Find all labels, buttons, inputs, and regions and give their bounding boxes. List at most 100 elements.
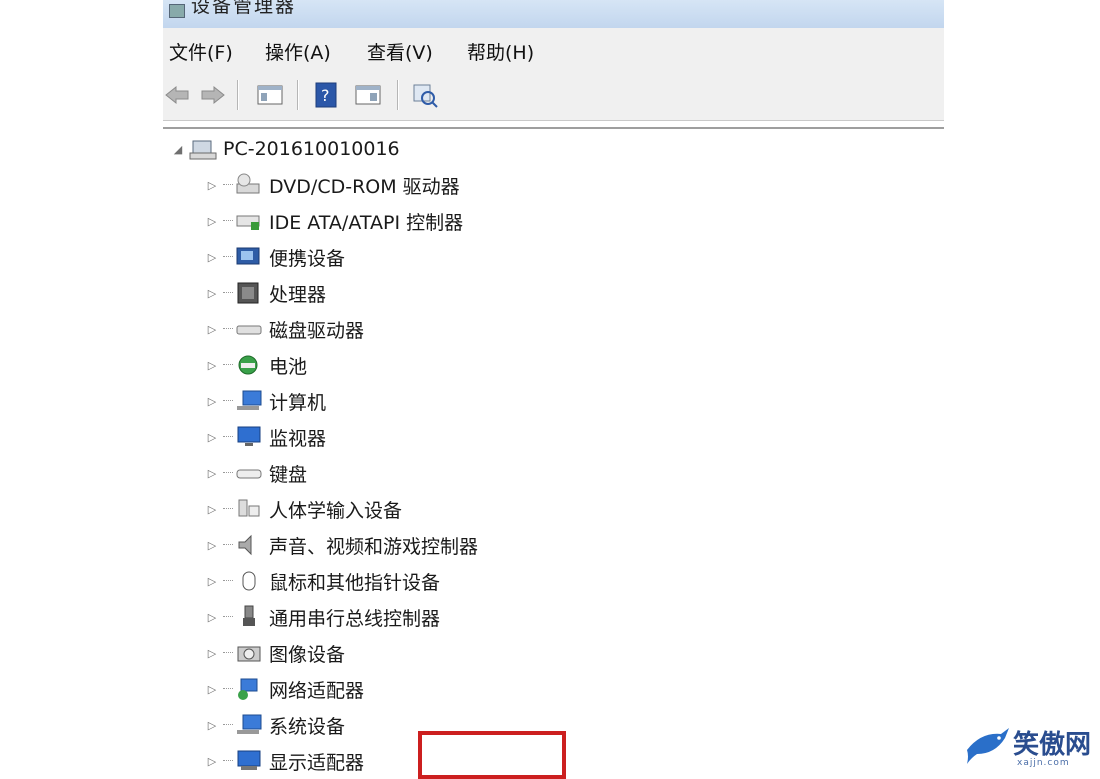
tree-item-label: 计算机 xyxy=(269,391,327,414)
expand-arrow-icon[interactable]: ▷ xyxy=(205,358,219,372)
portable-icon xyxy=(235,244,263,270)
tree-item-battery[interactable]: ▷ 电池 xyxy=(205,348,307,382)
mouse-icon xyxy=(235,568,263,594)
tree-connector xyxy=(223,616,233,618)
expand-arrow-icon[interactable]: ▷ xyxy=(205,214,219,228)
expand-arrow-icon[interactable]: ▷ xyxy=(205,610,219,624)
tree-item-label: IDE ATA/ATAPI 控制器 xyxy=(269,211,464,234)
expand-arrow-icon[interactable]: ▷ xyxy=(205,466,219,480)
tree-connector xyxy=(223,292,233,294)
tree-item-label: 便携设备 xyxy=(269,247,346,270)
tree-item-portable[interactable]: ▷ 便携设备 xyxy=(205,240,345,274)
title-bar: 设备管理器 xyxy=(163,0,944,29)
forward-icon[interactable] xyxy=(199,82,227,108)
tree-item-disk[interactable]: ▷ 磁盘驱动器 xyxy=(205,312,364,346)
tree-item-hid[interactable]: ▷ 人体学输入设备 xyxy=(205,492,402,526)
menu-view[interactable]: 查看(V) xyxy=(367,38,433,65)
cpu-icon xyxy=(235,280,263,306)
network-icon xyxy=(235,676,263,702)
tree-item-label: 磁盘驱动器 xyxy=(269,319,365,342)
expand-arrow-icon[interactable]: ▷ xyxy=(205,502,219,516)
tree-item-label: 显示适配器 xyxy=(269,751,365,774)
tree-item-system[interactable]: ▷ 系统设备 xyxy=(205,708,345,742)
tree-connector xyxy=(223,184,233,186)
tree-connector xyxy=(223,220,233,222)
tree-item-label: 键盘 xyxy=(269,463,308,486)
tree-item-cpu[interactable]: ▷ 处理器 xyxy=(205,276,326,310)
tree-item-ide[interactable]: ▷ IDE ATA/ATAPI 控制器 xyxy=(205,204,463,238)
tree-connector xyxy=(223,436,233,438)
device-tree: ◢ PC-201610010016 ▷ DVD/CD-ROM 驱动器 ▷ IDE AT… xyxy=(163,130,944,774)
expand-arrow-icon[interactable]: ▷ xyxy=(205,718,219,732)
tree-root-label: PC-201610010016 xyxy=(223,138,400,160)
tree-item-display[interactable]: ▷ 显示适配器 xyxy=(205,744,364,778)
computer-icon xyxy=(235,388,263,414)
toolbar-separator xyxy=(397,80,399,110)
tree-item-label: 电池 xyxy=(269,355,308,378)
collapse-arrow-icon[interactable]: ◢ xyxy=(171,142,185,156)
tree-item-keyboard[interactable]: ▷ 键盘 xyxy=(205,456,307,490)
expand-arrow-icon[interactable]: ▷ xyxy=(205,430,219,444)
menu-action[interactable]: 操作(A) xyxy=(265,38,331,65)
tree-item-label: 网络适配器 xyxy=(269,679,365,702)
tree-item-label: 图像设备 xyxy=(269,643,346,666)
device-manager-window: 设备管理器 文件(F) 操作(A) 查看(V) 帮助(H) ? ◢ PC-201… xyxy=(163,0,944,779)
tree-connector xyxy=(223,760,233,762)
tree-item-monitor[interactable]: ▷ 监视器 xyxy=(205,420,326,454)
tree-item-label: 通用串行总线控制器 xyxy=(269,607,441,630)
tree-item-sound[interactable]: ▷ 声音、视频和游戏控制器 xyxy=(205,528,478,562)
help-icon[interactable]: ? xyxy=(311,82,341,108)
properties-icon[interactable] xyxy=(351,82,385,108)
tree-item-label: 监视器 xyxy=(269,427,327,450)
tree-item-label: 处理器 xyxy=(269,283,327,306)
show-hide-tree-icon[interactable] xyxy=(253,82,287,108)
usb-icon xyxy=(235,604,263,630)
back-icon[interactable] xyxy=(163,82,191,108)
system-icon xyxy=(235,712,263,738)
tree-item-label: 声音、视频和游戏控制器 xyxy=(269,535,479,558)
toolbar-separator xyxy=(297,80,299,110)
tree-item-mouse[interactable]: ▷ 鼠标和其他指针设备 xyxy=(205,564,440,598)
scan-hardware-icon[interactable] xyxy=(409,82,441,108)
menu-file[interactable]: 文件(F) xyxy=(169,38,233,65)
highlight-box xyxy=(418,731,566,779)
expand-arrow-icon[interactable]: ▷ xyxy=(205,682,219,696)
sound-icon xyxy=(235,532,263,558)
tree-item-usb[interactable]: ▷ 通用串行总线控制器 xyxy=(205,600,440,634)
tree-connector xyxy=(223,400,233,402)
tree-connector xyxy=(223,364,233,366)
tree-item-dvd[interactable]: ▷ DVD/CD-ROM 驱动器 xyxy=(205,168,460,202)
expand-arrow-icon[interactable]: ▷ xyxy=(205,250,219,264)
menu-help[interactable]: 帮助(H) xyxy=(467,38,534,65)
ide-icon xyxy=(235,208,263,234)
monitor-icon xyxy=(235,424,263,450)
tree-connector xyxy=(223,256,233,258)
tree-connector xyxy=(223,544,233,546)
tree-connector xyxy=(223,472,233,474)
expand-arrow-icon[interactable]: ▷ xyxy=(205,574,219,588)
tree-connector xyxy=(223,652,233,654)
toolbar: ? xyxy=(163,72,944,121)
dvd-icon xyxy=(235,172,263,198)
expand-arrow-icon[interactable]: ▷ xyxy=(205,322,219,336)
tree-item-imaging[interactable]: ▷ 图像设备 xyxy=(205,636,345,670)
expand-arrow-icon[interactable]: ▷ xyxy=(205,286,219,300)
expand-arrow-icon[interactable]: ▷ xyxy=(205,538,219,552)
expand-arrow-icon[interactable]: ▷ xyxy=(205,646,219,660)
separator-line xyxy=(163,127,944,129)
tree-item-label: 人体学输入设备 xyxy=(269,499,403,522)
tree-item-label: 鼠标和其他指针设备 xyxy=(269,571,441,594)
battery-icon xyxy=(235,352,263,378)
app-icon xyxy=(169,4,185,18)
expand-arrow-icon[interactable]: ▷ xyxy=(205,394,219,408)
expand-arrow-icon[interactable]: ▷ xyxy=(205,754,219,768)
toolbar-separator xyxy=(237,80,239,110)
tree-connector xyxy=(223,688,233,690)
imaging-icon xyxy=(235,640,263,666)
disk-icon xyxy=(235,316,263,342)
tree-root-computer[interactable]: ◢ PC-201610010016 xyxy=(171,132,400,166)
tree-item-label: DVD/CD-ROM 驱动器 xyxy=(269,175,460,198)
tree-item-network[interactable]: ▷ 网络适配器 xyxy=(205,672,364,706)
expand-arrow-icon[interactable]: ▷ xyxy=(205,178,219,192)
tree-item-computer[interactable]: ▷ 计算机 xyxy=(205,384,326,418)
